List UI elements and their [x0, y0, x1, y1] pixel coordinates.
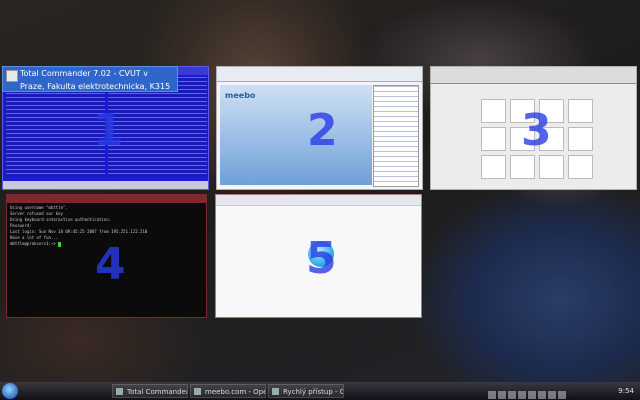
- speed-dial-tile: [568, 127, 593, 151]
- window-number-label: 4: [95, 239, 126, 290]
- tray-icon[interactable]: [488, 391, 496, 399]
- meebo-logo: meebo: [225, 91, 256, 100]
- taskbar-clock[interactable]: 9:54: [618, 384, 634, 398]
- window-thumbnail-browser[interactable]: meebo 2: [216, 66, 423, 190]
- tray-icon[interactable]: [498, 391, 506, 399]
- function-key-bar: [3, 181, 208, 189]
- speed-dial-tile: [568, 99, 593, 123]
- terminal-titlebar: [7, 195, 206, 203]
- speed-dial-tile: [481, 99, 506, 123]
- window-thumbnail-terminal[interactable]: Using username "mbttle". Server refused o…: [6, 194, 207, 318]
- app-icon: [272, 388, 279, 395]
- window-number-label: 5: [306, 233, 337, 284]
- tray-icon[interactable]: [548, 391, 556, 399]
- terminal-prompt: mbttle@prakserv1:~>: [10, 241, 56, 246]
- browser-toolbar: [217, 67, 422, 82]
- browser-page-content: [220, 85, 372, 185]
- tray-icon[interactable]: [538, 391, 546, 399]
- taskbar-button-label: Total Commander 7...: [127, 388, 188, 396]
- taskbar-button-total-commander[interactable]: Total Commander 7...: [112, 384, 188, 398]
- window-number-label: 3: [521, 105, 552, 156]
- desktop-background: 1 Total Commander 7.02 - CVUT v Praze, F…: [0, 0, 640, 400]
- taskbar-button-meebo[interactable]: meebo.com - Opera: [190, 384, 266, 398]
- taskbar: Total Commander 7... meebo.com - Opera R…: [0, 382, 640, 400]
- window-thumbnail-speed-dial[interactable]: 3: [430, 66, 637, 190]
- speed-dial-tile: [539, 155, 564, 179]
- taskbar-button-label: meebo.com - Opera: [205, 388, 265, 396]
- window-thumbnail-5[interactable]: 5: [215, 194, 422, 318]
- app-icon: [6, 70, 18, 82]
- app-icon: [194, 388, 201, 395]
- start-button-icon[interactable]: [2, 383, 18, 399]
- system-tray: [488, 384, 638, 399]
- window-number-label: 1: [93, 105, 124, 156]
- window-title-tooltip: Total Commander 7.02 - CVUT v Praze, Fak…: [2, 66, 178, 92]
- tray-icon[interactable]: [508, 391, 516, 399]
- taskbar-button-speed-dial[interactable]: Rychlý přístup - Op...: [268, 384, 344, 398]
- window-titlebar: [216, 195, 421, 206]
- app-icon: [116, 388, 123, 395]
- window-number-label: 2: [307, 105, 338, 156]
- taskbar-button-label: Rychlý přístup - Op...: [283, 388, 343, 396]
- terminal-cursor: [58, 241, 62, 247]
- speed-dial-tile: [510, 155, 535, 179]
- tooltip-title-text: Total Commander 7.02 - CVUT v Praze, Fak…: [20, 69, 171, 91]
- speed-dial-tile: [481, 127, 506, 151]
- tray-icon[interactable]: [528, 391, 536, 399]
- buddy-list-panel: [373, 85, 419, 187]
- speed-dial-tile: [568, 155, 593, 179]
- tray-icon[interactable]: [558, 391, 566, 399]
- tray-icon[interactable]: [518, 391, 526, 399]
- speed-dial-tile: [481, 155, 506, 179]
- browser-toolbar: [431, 67, 636, 84]
